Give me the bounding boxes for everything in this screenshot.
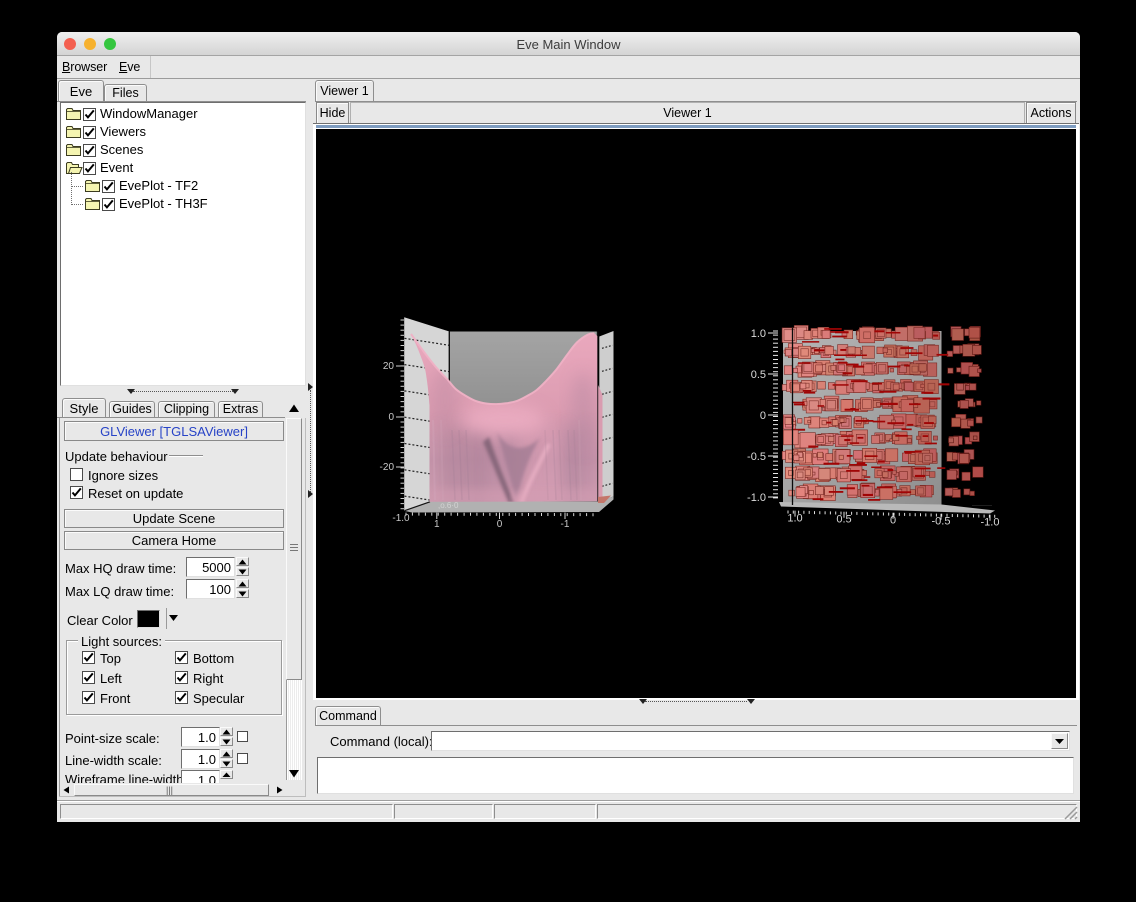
svg-text:-0.5: -0.5 bbox=[932, 516, 951, 528]
svg-text:·······: ······· bbox=[968, 508, 982, 514]
svg-text:-0.5: -0.5 bbox=[747, 451, 766, 463]
svg-text:-1: -1 bbox=[561, 519, 570, 530]
svg-text:-1.0: -1.0 bbox=[392, 513, 410, 524]
svg-text:0.5: 0.5 bbox=[836, 514, 851, 526]
svg-text:0: 0 bbox=[890, 515, 896, 527]
svg-text:0.5: 0.5 bbox=[751, 369, 766, 381]
svg-text:0: 0 bbox=[760, 410, 766, 422]
svg-text:0: 0 bbox=[497, 519, 503, 530]
svg-text:20: 20 bbox=[383, 361, 395, 372]
svg-text:-1.0: -1.0 bbox=[981, 517, 1000, 529]
svg-text:0: 0 bbox=[388, 412, 394, 423]
svg-text:1.0: 1.0 bbox=[751, 328, 766, 340]
svg-text:,o.6·0: ,o.6·0 bbox=[438, 501, 459, 510]
svg-text:1.0: 1.0 bbox=[787, 513, 802, 525]
svg-text:-20: -20 bbox=[380, 462, 395, 473]
svg-text:-1.0: -1.0 bbox=[747, 492, 766, 504]
svg-text:1: 1 bbox=[434, 519, 440, 530]
